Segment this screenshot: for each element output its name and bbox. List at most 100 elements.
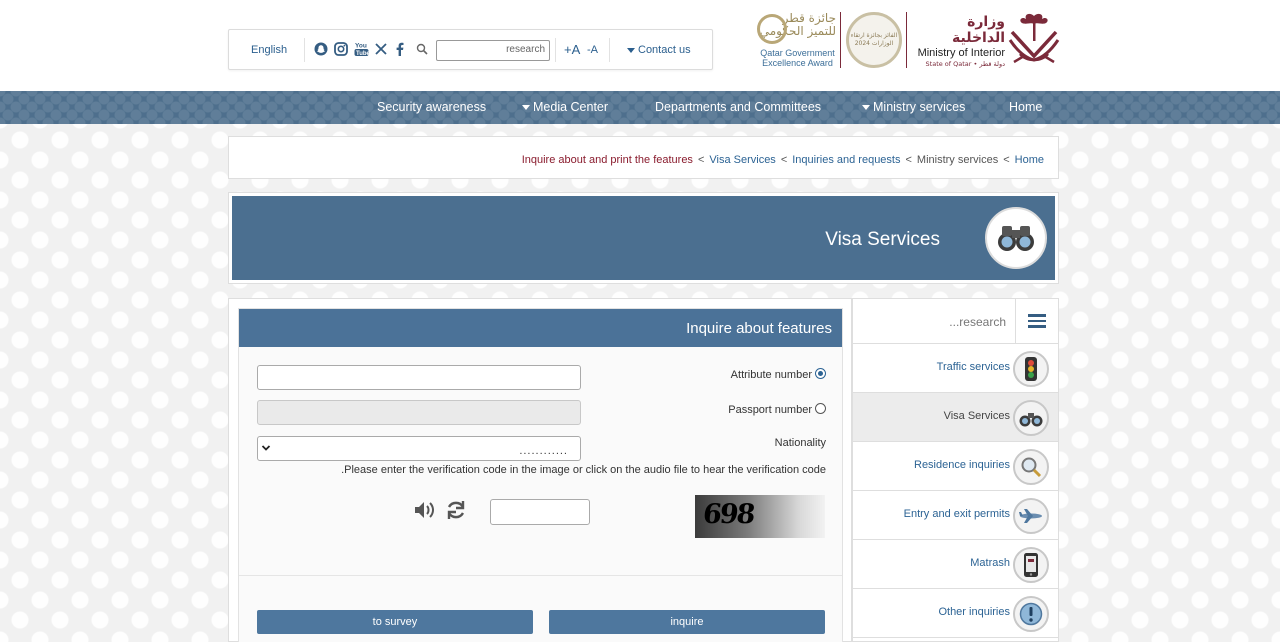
sidebar-item-label: Matrash [970, 557, 1010, 569]
sidebar-item-traffic-services[interactable]: Traffic services [853, 344, 1058, 393]
inquire-button[interactable]: inquire [549, 610, 825, 634]
survey-button[interactable]: to survey [257, 610, 533, 634]
captcha-input[interactable] [490, 499, 590, 525]
nav-security-awareness[interactable]: Security awareness [377, 100, 486, 114]
refresh-icon[interactable] [444, 498, 468, 522]
ministry-arabic-name: وزارة الداخلية [952, 14, 1005, 46]
breadcrumb-separator: < [905, 154, 912, 166]
airplane-icon [1013, 498, 1049, 534]
logo-divider [840, 12, 841, 68]
form-header: Inquire about features [239, 309, 842, 347]
captcha-text: 698 [701, 499, 756, 530]
verification-note: .Please enter the verification code in t… [341, 464, 826, 476]
award-ring-icon [757, 14, 787, 44]
facebook-icon[interactable] [392, 40, 406, 58]
hamburger-menu-icon[interactable] [1015, 299, 1058, 343]
nav-departments[interactable]: Departments and Committees [655, 100, 821, 114]
ministry-emblem-icon[interactable] [1006, 10, 1062, 70]
attribute-number-radio[interactable] [815, 368, 826, 379]
sidebar-search-input[interactable]: ...research [949, 315, 1006, 329]
toolbar-divider [304, 38, 305, 62]
breadcrumb-separator: < [697, 154, 705, 166]
nav-ministry-services-label: Ministry services [873, 100, 966, 114]
chevron-down-icon [522, 105, 530, 111]
breadcrumb-home[interactable]: Home [1015, 154, 1044, 166]
snapchat-icon[interactable] [313, 40, 329, 58]
form-title: Inquire about features [686, 320, 832, 337]
search-input[interactable]: research [436, 40, 550, 61]
excellence-award-logo[interactable]: جائزة قطر للتميز الحكومي Qatar Governmen… [755, 12, 840, 70]
sidebar-search: ...research [853, 299, 1058, 344]
ministry-subtitle: State of Qatar • دولة قطر [925, 60, 1005, 68]
breadcrumb: Inquire about and print the features < Vis… [522, 154, 1044, 166]
sidebar-item-label: Entry and exit permits [903, 508, 1010, 520]
x-icon[interactable] [374, 40, 388, 58]
nav-home[interactable]: Home [1009, 100, 1042, 114]
phone-app-icon [1013, 547, 1049, 583]
sidebar-item-matrash[interactable]: Matrash [853, 540, 1058, 589]
font-decrease-button[interactable]: -A [587, 44, 598, 56]
attribute-number-label: Attribute number [730, 369, 812, 381]
medal-text: الفائز بجائزة ارتقاء الوزارات 2024 [850, 32, 898, 47]
sidebar-item-residence-inquiries[interactable]: Residence inquiries [853, 442, 1058, 491]
exclamation-icon [1013, 596, 1049, 632]
language-link[interactable]: English [251, 44, 287, 56]
breadcrumb-container: Inquire about and print the features < Vis… [228, 136, 1059, 179]
chevron-down-icon [261, 445, 271, 451]
page-banner: Visa Services [232, 196, 1055, 280]
breadcrumb-separator: < [780, 154, 788, 166]
main-content: Inquire about features Attribute number … [228, 298, 852, 642]
ministry-english-name: Ministry of Interior [917, 47, 1005, 59]
contact-us-label: Contact us [638, 44, 691, 56]
captcha-image: 698 [695, 495, 825, 538]
youtube-icon[interactable]: You Tube [353, 40, 369, 58]
toolbar-divider [555, 38, 556, 62]
nav-ministry-services[interactable]: Ministry services [862, 100, 965, 114]
breadcrumb-current: Inquire about and print the features [521, 154, 693, 166]
breadcrumb-visa-services[interactable]: Visa Services [709, 154, 775, 166]
main-navigation: Security awareness Media Center Departme… [0, 91, 1280, 124]
inquiry-form: Inquire about features Attribute number … [238, 308, 843, 642]
award-english-text: Qatar Government Excellence Award [755, 48, 840, 68]
nationality-label: Nationality [774, 437, 826, 449]
sidebar-item-label: Traffic services [936, 361, 1010, 373]
chevron-down-icon [627, 47, 635, 53]
magnifier-icon [1013, 449, 1049, 485]
logo-divider [906, 12, 907, 68]
breadcrumb-ministry-services: Ministry services [916, 154, 999, 166]
page-title: Visa Services [825, 229, 940, 250]
sidebar-item-other-inquiries[interactable]: Other inquiries [853, 589, 1058, 638]
sidebar-item-visa-services[interactable]: Visa Services [853, 393, 1058, 442]
form-divider [239, 575, 842, 576]
passport-number-label: Passport number [728, 404, 812, 416]
binoculars-icon [1013, 400, 1049, 436]
contact-us-link[interactable]: Contact us [627, 44, 691, 56]
sidebar-item-entry-exit-permits[interactable]: Entry and exit permits [853, 491, 1058, 540]
ministry-logo-text[interactable]: وزارة الداخلية Ministry of Interior Stat… [910, 14, 1005, 69]
font-increase-button[interactable]: +A [564, 42, 580, 57]
chevron-down-icon [862, 105, 870, 111]
instagram-icon[interactable] [333, 40, 349, 58]
sidebar-item-label: Residence inquiries [914, 459, 1010, 471]
nav-media-center-label: Media Center [533, 100, 609, 114]
award-english-line-1: Qatar Government [760, 48, 835, 58]
breadcrumb-inquiries[interactable]: Inquiries and requests [792, 154, 900, 166]
audio-speaker-icon[interactable] [412, 498, 436, 522]
nav-media-center[interactable]: Media Center [522, 100, 608, 114]
svg-text:Tube: Tube [356, 51, 369, 57]
passport-number-option[interactable]: Passport number [728, 403, 826, 416]
search-icon[interactable] [415, 40, 429, 58]
traffic-light-icon [1013, 351, 1049, 387]
attribute-number-option[interactable]: Attribute number [731, 368, 826, 381]
sidebar-item-label: Other inquiries [938, 606, 1010, 618]
award-english-line-2: Excellence Award [762, 58, 833, 68]
passport-number-input[interactable] [257, 400, 581, 425]
award-medal-badge: الفائز بجائزة ارتقاء الوزارات 2024 [846, 12, 902, 68]
attribute-number-input[interactable] [257, 365, 581, 390]
nationality-select[interactable]: ............ [257, 436, 581, 461]
sidebar-item-label: Visa Services [943, 410, 1010, 422]
toolbar-divider [609, 38, 610, 62]
top-toolbar: English You Tube research +A -A Contact u… [228, 29, 713, 70]
passport-number-radio[interactable] [815, 403, 826, 414]
services-sidebar: ...research Traffic services Visa Servic… [852, 298, 1059, 642]
